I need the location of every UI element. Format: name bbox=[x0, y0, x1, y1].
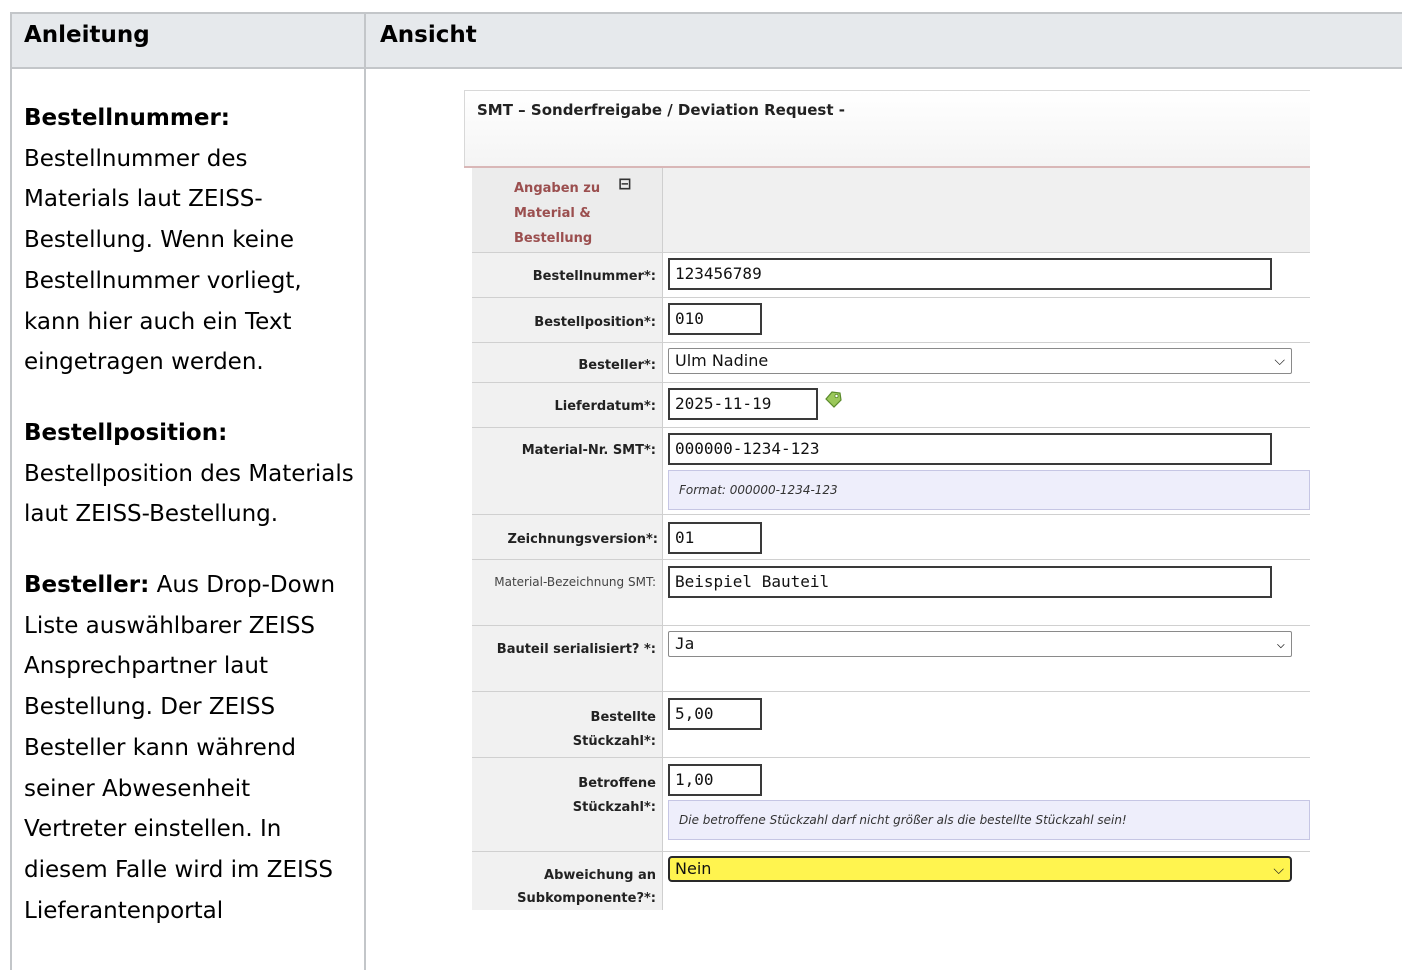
row-zeichnungsversion: Zeichnungsversion*: 01 bbox=[472, 514, 1310, 559]
bestellnummer-input[interactable]: 123456789 bbox=[668, 258, 1272, 290]
row-bestellte-stueckzahl: Bestellte Stückzahl*: 5,00 bbox=[472, 691, 1310, 757]
material-nr-input[interactable]: 000000-1234-123 bbox=[668, 433, 1272, 465]
row-bestellposition: Bestellposition*: 010 bbox=[472, 297, 1310, 342]
table-divider bbox=[364, 12, 366, 970]
material-nr-hint: Format: 000000-1234-123 bbox=[668, 470, 1310, 510]
table-border-top bbox=[10, 12, 1402, 14]
header-cell-view: Ansicht bbox=[366, 12, 1402, 68]
lieferdatum-input[interactable]: 2025-11-19 bbox=[668, 388, 818, 420]
value-cell-lieferdatum: 2025-11-19 bbox=[662, 383, 1310, 427]
bestellte-stueckzahl-input[interactable]: 5,00 bbox=[668, 698, 762, 730]
instruction-bestellnummer-title: Bestellnummer: bbox=[24, 105, 231, 131]
chevron-down-icon: ⌵ bbox=[1274, 353, 1285, 369]
label-lieferdatum: Lieferdatum*: bbox=[472, 383, 662, 427]
value-cell-zeichnungsversion: 01 bbox=[662, 515, 1310, 559]
instructions-text: Bestellnummer: Bestellnummer des Materia… bbox=[24, 98, 354, 961]
zeichnungsversion-input[interactable]: 01 bbox=[668, 522, 762, 554]
section-material-row: Angaben zu Material & Bestellung ⊟ bbox=[472, 168, 1310, 252]
row-lieferdatum: Lieferdatum*: 2025-11-19 bbox=[472, 382, 1310, 427]
instruction-besteller-body: Aus Drop-Down Liste auswählbarer ZEISS A… bbox=[24, 572, 336, 924]
value-cell-besteller: Ulm Nadine ⌵ bbox=[662, 343, 1310, 382]
form-title: SMT – Sonderfreigabe / Deviation Request… bbox=[477, 101, 845, 119]
header-instructions: Anleitung bbox=[24, 22, 150, 48]
label-abweichung-subkomponente: Abweichung an Subkomponente?*: bbox=[472, 852, 662, 910]
label-serialisiert: Bauteil serialisiert? *: bbox=[472, 626, 662, 691]
row-bestellnummer: Bestellnummer*: 123456789 bbox=[472, 252, 1310, 297]
label-bestellnummer: Bestellnummer*: bbox=[472, 253, 662, 297]
label-zeichnungsversion: Zeichnungsversion*: bbox=[472, 515, 662, 559]
row-serialisiert: Bauteil serialisiert? *: Ja ⌵ bbox=[472, 625, 1310, 691]
label-besteller: Besteller*: bbox=[472, 343, 662, 382]
row-betroffene-stueckzahl: Betroffene Stückzahl*: 1,00 Die betroffe… bbox=[472, 757, 1310, 851]
value-cell-betroffene-stueckzahl: 1,00 Die betroffene Stückzahl darf nicht… bbox=[662, 758, 1310, 851]
collapse-toggle-icon[interactable]: ⊟ bbox=[618, 174, 631, 193]
abweichung-subkomponente-select[interactable]: Nein ⌵ bbox=[668, 856, 1292, 882]
value-cell-abweichung-subkomponente: Nein ⌵ bbox=[662, 852, 1310, 910]
value-cell-bestellposition: 010 bbox=[662, 298, 1310, 342]
row-abweichung-subkomponente: Abweichung an Subkomponente?*: Nein ⌵ bbox=[472, 851, 1310, 910]
label-bestellposition: Bestellposition*: bbox=[472, 298, 662, 342]
instruction-bestellposition-body: Bestellposition des Materials laut ZEISS… bbox=[24, 460, 354, 528]
abweichung-selected-value: Nein bbox=[675, 859, 712, 878]
row-material-nr: Material-Nr. SMT*: 000000-1234-123 Forma… bbox=[472, 427, 1310, 514]
instruction-bestellposition-title: Bestellposition: bbox=[24, 419, 228, 446]
header-view: Ansicht bbox=[380, 22, 477, 48]
value-cell-material-nr: 000000-1234-123 Format: 000000-1234-123 bbox=[662, 428, 1310, 514]
instruction-bestellnummer: Bestellnummer: Bestellnummer des Materia… bbox=[24, 98, 354, 383]
table-border-header bbox=[10, 67, 1402, 69]
chevron-down-icon: ⌵ bbox=[1276, 636, 1285, 652]
betroffene-stueckzahl-hint: Die betroffene Stückzahl darf nicht größ… bbox=[668, 800, 1310, 840]
material-bezeichnung-input[interactable]: Beispiel Bauteil bbox=[668, 566, 1272, 598]
label-material-bezeichnung: Material-Bezeichnung SMT: bbox=[472, 560, 662, 625]
label-betroffene-stueckzahl: Betroffene Stückzahl*: bbox=[472, 758, 662, 851]
header-cell-instructions: Anleitung bbox=[10, 12, 364, 68]
betroffene-stueckzahl-input[interactable]: 1,00 bbox=[668, 764, 762, 796]
value-cell-material-bezeichnung: Beispiel Bauteil bbox=[662, 560, 1310, 625]
serialisiert-selected-value: Ja bbox=[675, 634, 695, 653]
section-label-cell: Angaben zu Material & Bestellung ⊟ bbox=[472, 168, 662, 252]
row-material-bezeichnung: Material-Bezeichnung SMT: Beispiel Baute… bbox=[472, 559, 1310, 625]
instruction-bestellposition: Bestellposition: Bestellposition des Mat… bbox=[24, 413, 354, 535]
value-cell-bestellte-stueckzahl: 5,00 bbox=[662, 692, 1310, 757]
instruction-bestellnummer-body: Bestellnummer des Materials laut ZEISS-B… bbox=[24, 145, 302, 376]
table-border-left bbox=[10, 12, 12, 970]
label-bestellte-stueckzahl: Bestellte Stückzahl*: bbox=[472, 692, 662, 757]
label-material-nr: Material-Nr. SMT*: bbox=[472, 428, 662, 514]
section-label: Angaben zu Material & Bestellung bbox=[514, 181, 601, 246]
row-besteller: Besteller*: Ulm Nadine ⌵ bbox=[472, 342, 1310, 382]
instruction-besteller-title: Besteller: bbox=[24, 572, 150, 599]
bestellposition-input[interactable]: 010 bbox=[668, 303, 762, 335]
value-cell-bestellnummer: 123456789 bbox=[662, 253, 1310, 297]
besteller-select[interactable]: Ulm Nadine ⌵ bbox=[668, 348, 1292, 374]
besteller-selected-value: Ulm Nadine bbox=[675, 351, 769, 370]
chevron-down-icon: ⌵ bbox=[1273, 862, 1284, 878]
document-table: Anleitung Ansicht Bestellnummer: Bestell… bbox=[0, 0, 1402, 970]
instruction-besteller: Besteller: Aus Drop-Down Liste auswählba… bbox=[24, 565, 354, 931]
section-value-cell bbox=[662, 168, 1310, 252]
serialisiert-select[interactable]: Ja ⌵ bbox=[668, 631, 1292, 657]
calendar-icon[interactable] bbox=[823, 390, 843, 408]
value-cell-serialisiert: Ja ⌵ bbox=[662, 626, 1310, 691]
form-panel: SMT – Sonderfreigabe / Deviation Request… bbox=[464, 90, 1310, 910]
form-header: SMT – Sonderfreigabe / Deviation Request… bbox=[464, 90, 1310, 168]
